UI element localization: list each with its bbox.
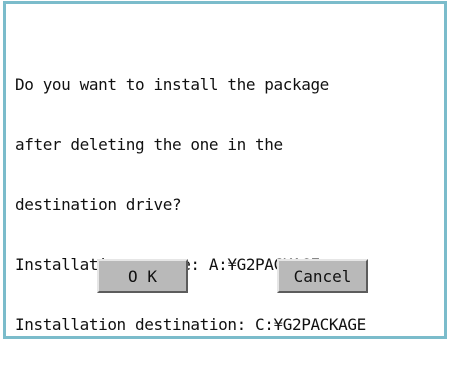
ok-button[interactable]: O K xyxy=(97,259,188,293)
cancel-button[interactable]: Cancel xyxy=(277,259,368,293)
message-line-question: Do you want to install the package xyxy=(15,75,329,94)
dialog-message: Do you want to install the package after… xyxy=(15,35,366,375)
message-line-question-end: destination drive? xyxy=(15,195,182,214)
install-confirmation-dialog: Do you want to install the package after… xyxy=(3,1,447,339)
message-line-question-cont: after deleting the one in the xyxy=(15,135,283,154)
installation-destination-text: Installation destination: C:¥G2PACKAGE xyxy=(15,315,366,334)
